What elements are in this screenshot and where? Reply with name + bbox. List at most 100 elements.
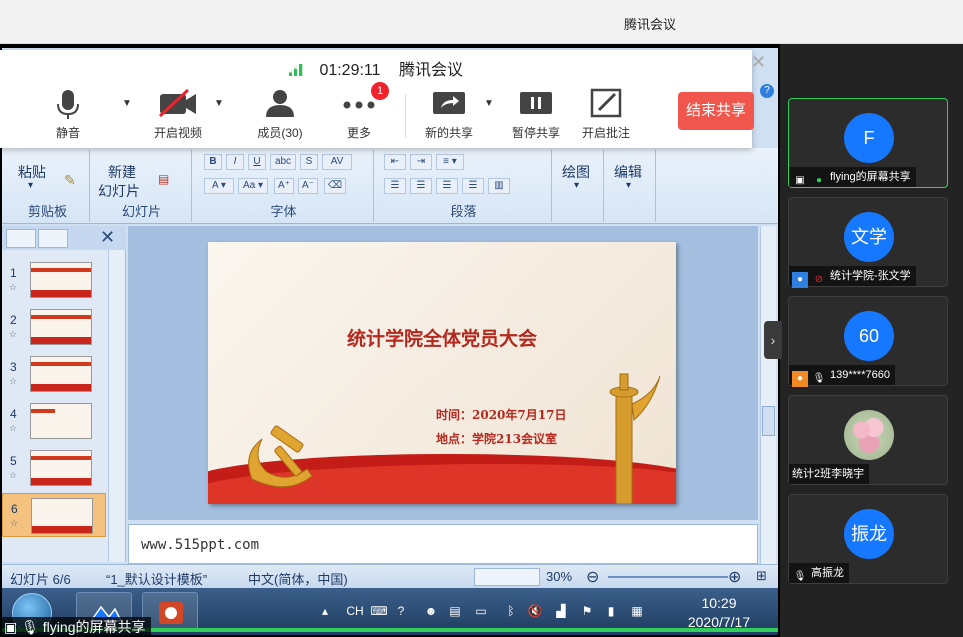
- slide-thumbnail[interactable]: 5 ☆: [2, 446, 106, 490]
- new-slide-button-line2[interactable]: 幻灯片: [98, 181, 140, 201]
- zoom-slider[interactable]: [608, 576, 728, 578]
- format-painter-icon[interactable]: ✎: [64, 172, 76, 189]
- zoom-in-icon[interactable]: ⊕: [728, 567, 741, 587]
- close-icon[interactable]: ✕: [751, 52, 766, 73]
- current-slide[interactable]: 统计学院全体党员大会 时间：2020年7月17日 地点：学院213会议室: [208, 242, 676, 504]
- signal-icon[interactable]: ▟: [552, 602, 570, 620]
- slide-title: 统计学院全体党员大会: [346, 328, 537, 350]
- end-share-button[interactable]: 结束共享: [678, 92, 754, 130]
- theme-name: “1_默认设计模板”: [106, 572, 208, 587]
- tab-outline[interactable]: [38, 229, 68, 248]
- share-options-icon[interactable]: ▼: [484, 98, 494, 109]
- user-icon: ●: [792, 371, 808, 387]
- align-left-button[interactable]: ☰: [384, 178, 406, 194]
- shadow-button[interactable]: S: [300, 154, 318, 170]
- volume-muted-icon[interactable]: 🔇: [526, 602, 544, 620]
- tab-slides[interactable]: [6, 229, 36, 248]
- slide-thumbnail[interactable]: 3 ☆: [2, 352, 106, 396]
- group-slides: 新建 幻灯片 ▤ 幻灯片: [92, 150, 192, 222]
- app-titlebar: 腾讯会议: [0, 0, 963, 44]
- new-slide-button-line1[interactable]: 新建: [108, 162, 136, 182]
- animation-star-icon: ☆: [9, 282, 18, 292]
- paste-dropdown-icon[interactable]: ▾: [28, 180, 33, 191]
- pause-share-button[interactable]: 暂停共享: [506, 88, 566, 144]
- collapse-panel-button[interactable]: ›: [764, 321, 782, 359]
- mic-icon: 🎙: [21, 619, 39, 635]
- view-buttons[interactable]: [474, 568, 540, 586]
- avatar: 振龙: [844, 509, 894, 559]
- participant-card[interactable]: 60 ● 🎙 139****7660: [788, 296, 948, 387]
- ime-indicator[interactable]: CH: [342, 602, 368, 620]
- network-icon[interactable]: ▤: [446, 602, 464, 620]
- monitor-icon[interactable]: ▭: [472, 602, 490, 620]
- grow-font-button[interactable]: A⁺: [274, 178, 294, 194]
- members-button[interactable]: 成员(30): [248, 88, 312, 144]
- system-clock[interactable]: 10:29 2020/7/17: [674, 594, 764, 632]
- slide-vertical-scrollbar[interactable]: [760, 226, 776, 564]
- group-label-clipboard: 剪贴板: [27, 204, 67, 219]
- columns-button[interactable]: ▥: [488, 178, 510, 194]
- align-right-button[interactable]: ☰: [436, 178, 458, 194]
- mute-button[interactable]: 静音: [40, 88, 96, 144]
- flag-icon[interactable]: ⚑: [578, 602, 596, 620]
- annotate-button[interactable]: 开启批注: [576, 88, 636, 144]
- decrease-indent-button[interactable]: ⇤: [384, 154, 406, 170]
- show-hidden-icons-icon[interactable]: ▴: [316, 602, 334, 620]
- slides-panel-tabs: ✕: [2, 226, 126, 250]
- signal-strength-icon: [288, 64, 303, 76]
- user-icon: ●: [792, 272, 808, 288]
- editing-button[interactable]: 编辑: [614, 162, 642, 182]
- close-icon[interactable]: ✕: [100, 227, 115, 248]
- screen: 腾讯会议 粘贴 ▾ ✎ 剪贴板 新建 幻灯片 ▤ 幻灯片 B I U abc S…: [0, 0, 963, 637]
- zoom-out-icon[interactable]: ⊖: [586, 567, 599, 587]
- new-share-button[interactable]: 新的共享: [418, 88, 480, 144]
- mute-options-icon[interactable]: ▼: [122, 98, 132, 109]
- meeting-toolbar: 01:29:11 腾讯会议 静音 ▼ 开启视频 ▼ 成员(30) 更多 1 新的…: [0, 50, 754, 148]
- bold-button[interactable]: B: [204, 154, 222, 170]
- layout-icon[interactable]: ▤: [158, 172, 169, 186]
- slide-time-line: 时间：2020年7月17日: [436, 408, 567, 422]
- app-tray-icon[interactable]: ▦: [628, 602, 646, 620]
- keyboard-icon[interactable]: ⌨: [370, 602, 388, 620]
- justify-button[interactable]: ☰: [462, 178, 484, 194]
- huabiao-pillar-icon: [609, 373, 661, 504]
- notes-text: www.515ppt.com: [141, 537, 260, 553]
- editing-dropdown-icon[interactable]: ▾: [626, 180, 631, 191]
- group-label-font: 字体: [270, 204, 297, 219]
- help-icon[interactable]: ?: [392, 602, 410, 620]
- increase-indent-button[interactable]: ⇥: [410, 154, 432, 170]
- help-icon[interactable]: ?: [760, 84, 774, 98]
- fit-window-icon[interactable]: ⊞: [756, 568, 767, 584]
- drawing-dropdown-icon[interactable]: ▾: [574, 180, 579, 191]
- participant-card[interactable]: 文学 ● ⊘ 统计学院-张文学: [788, 197, 948, 288]
- video-off-icon: [158, 88, 196, 118]
- video-button[interactable]: 开启视频: [146, 88, 210, 144]
- align-center-button[interactable]: ☰: [410, 178, 432, 194]
- slide-thumbnail[interactable]: 1 ☆: [2, 258, 106, 302]
- notes-pane[interactable]: www.515ppt.com: [128, 524, 758, 564]
- underline-button[interactable]: U: [248, 154, 266, 170]
- slide-thumbnail[interactable]: 2 ☆: [2, 305, 106, 349]
- video-options-icon[interactable]: ▼: [214, 98, 224, 109]
- animation-star-icon: ☆: [9, 470, 18, 480]
- char-spacing-button[interactable]: AV: [322, 154, 352, 170]
- paste-button[interactable]: 粘贴: [18, 162, 46, 182]
- strikethrough-button[interactable]: abc: [270, 154, 296, 170]
- line-spacing-button[interactable]: ≡ ▾: [436, 154, 464, 170]
- italic-button[interactable]: I: [226, 154, 244, 170]
- font-color-button[interactable]: A ▾: [204, 178, 234, 194]
- qq-icon[interactable]: ☻: [422, 602, 440, 620]
- slides-panel-scrollbar[interactable]: [108, 250, 124, 562]
- bluetooth-icon[interactable]: ᛒ: [502, 602, 520, 620]
- slide-thumbnail[interactable]: 4 ☆: [2, 399, 106, 443]
- change-case-button[interactable]: Aa ▾: [238, 178, 268, 194]
- battery-icon[interactable]: ▮: [602, 602, 620, 620]
- slide-thumbnail-selected[interactable]: 6 ☆: [2, 493, 106, 537]
- participant-card[interactable]: F ▣ ● flying的屏幕共享: [788, 98, 948, 188]
- participant-card[interactable]: 统计2班李晓宇: [788, 395, 948, 485]
- clear-format-button[interactable]: ⌫: [324, 178, 346, 194]
- drawing-button[interactable]: 绘图: [562, 162, 590, 182]
- microphone-icon: [57, 90, 79, 119]
- shrink-font-button[interactable]: A⁻: [298, 178, 318, 194]
- participant-card[interactable]: 振龙 🎙 高振龙: [788, 494, 948, 584]
